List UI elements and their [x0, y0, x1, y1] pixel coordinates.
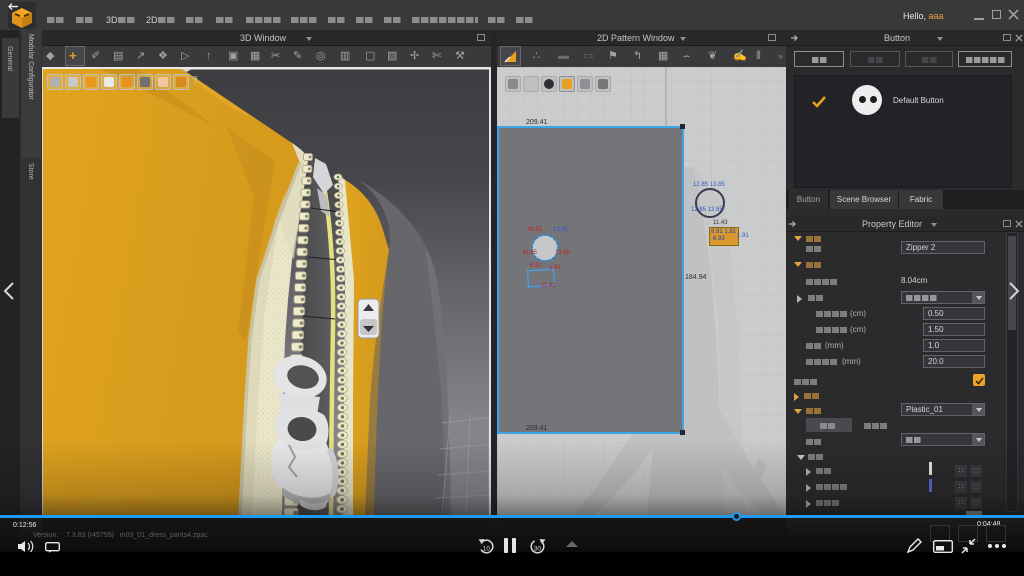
svg-text:30: 30 [534, 546, 542, 553]
svg-text:10: 10 [483, 546, 491, 553]
